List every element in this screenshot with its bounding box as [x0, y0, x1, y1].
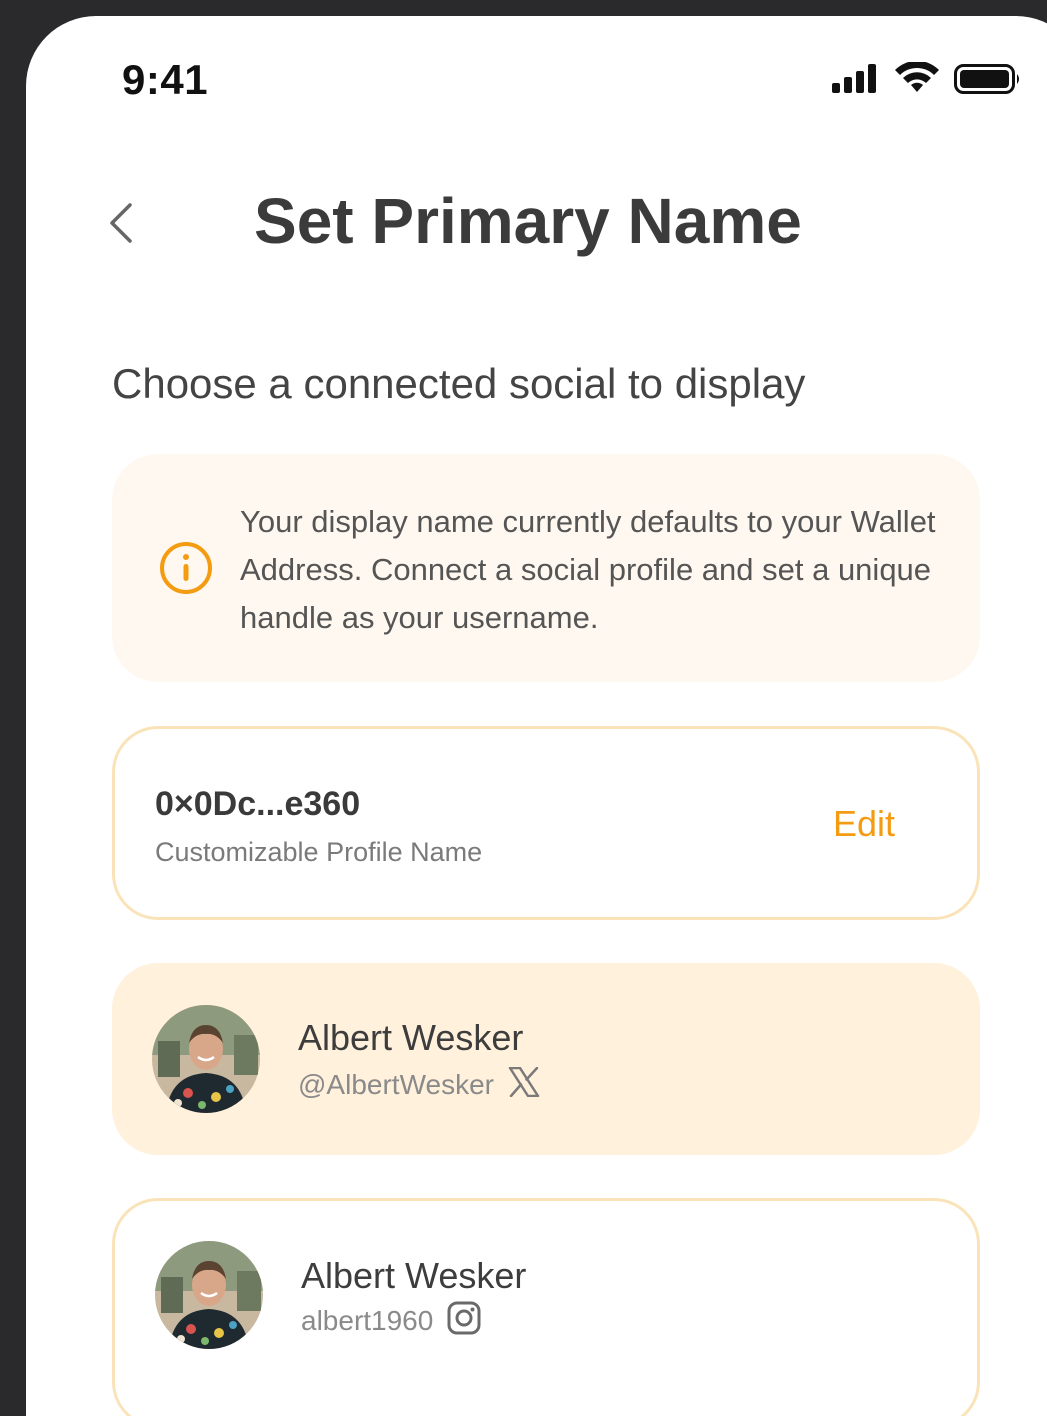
wallet-address-card[interactable]: 0×0Dc...e360 Customizable Profile Name E… [112, 726, 980, 920]
instagram-icon [447, 1301, 481, 1340]
navigation-header: Set Primary Name [26, 176, 1047, 276]
x-logo-icon [508, 1066, 540, 1102]
info-text: Your display name currently defaults to … [240, 504, 936, 635]
profile-name: Albert Wesker [301, 1255, 527, 1296]
status-time: 9:41 [122, 56, 209, 103]
social-profile-x[interactable]: Albert Wesker @AlbertWesker [112, 963, 980, 1155]
handle-row: albert1960 [301, 1301, 481, 1340]
wallet-address: 0×0Dc...e360 [155, 785, 361, 823]
info-banner: Your display name currently defaults to … [112, 454, 980, 682]
info-circle-icon [158, 540, 214, 596]
section-heading: Choose a connected social to display [112, 360, 806, 407]
back-button[interactable] [96, 190, 146, 260]
page-title: Set Primary Name [254, 185, 802, 257]
status-icons [832, 60, 1022, 101]
profile-handle: albert1960 [301, 1304, 434, 1336]
battery-icon [954, 62, 1022, 101]
handle-row: @AlbertWesker [298, 1066, 540, 1102]
avatar [155, 1241, 263, 1349]
wifi-icon [894, 60, 940, 101]
avatar [152, 1005, 260, 1113]
edit-button[interactable]: Edit [833, 803, 895, 845]
phone-screen: 9:41 Set Primary Name Choose a connected… [26, 16, 1047, 1416]
status-bar: 9:41 [26, 16, 1047, 136]
wallet-subtitle: Customizable Profile Name [155, 837, 483, 867]
cellular-signal-icon [832, 63, 880, 100]
social-profile-instagram[interactable]: Albert Wesker albert1960 [112, 1198, 980, 1416]
profile-handle: @AlbertWesker [298, 1068, 494, 1100]
chevron-left-icon [106, 201, 136, 250]
profile-name: Albert Wesker [298, 1017, 524, 1058]
